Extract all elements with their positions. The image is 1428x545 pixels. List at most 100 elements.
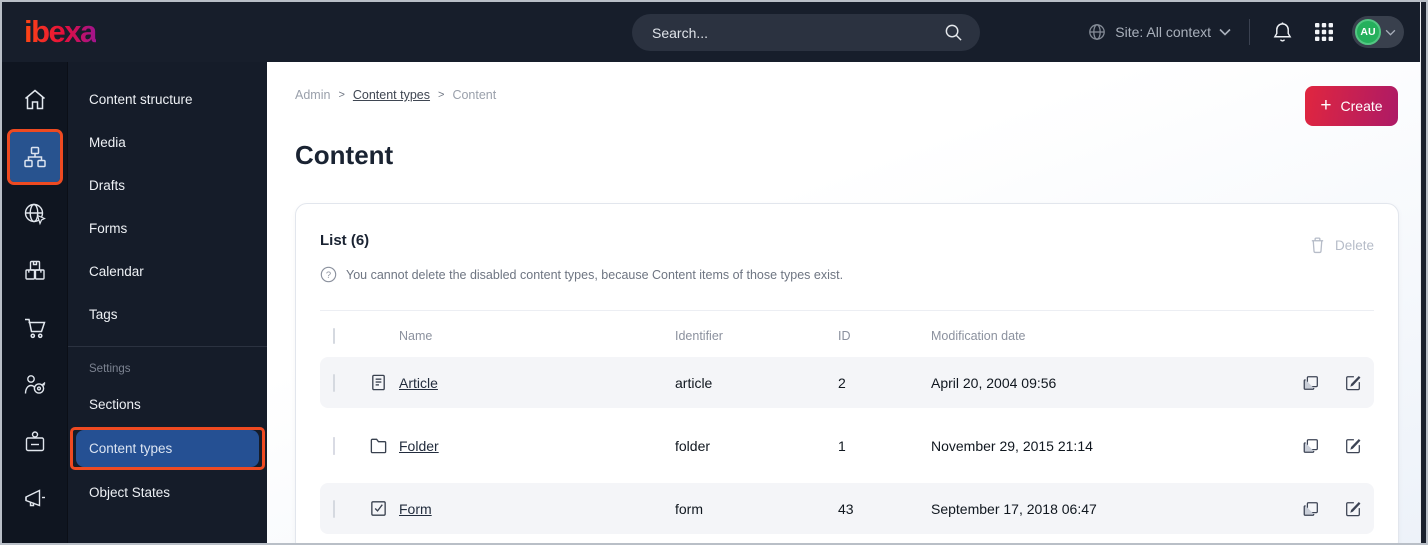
- megaphone-icon: [22, 486, 48, 512]
- global-search[interactable]: [632, 14, 980, 51]
- info-row: ? You cannot delete the disabled content…: [320, 266, 1374, 283]
- sitemap-icon: [22, 144, 48, 170]
- row-checkbox[interactable]: [333, 373, 335, 392]
- scrollbar-track[interactable]: [1420, 2, 1426, 543]
- topbar-divider: [1249, 19, 1250, 45]
- badge-icon: [22, 429, 48, 455]
- breadcrumb-current: Content: [452, 88, 497, 102]
- list-count-heading: List (6): [320, 232, 370, 249]
- rail-item-content[interactable]: [6, 129, 63, 185]
- sidebar-menu: Content structure Media Drafts Forms Cal…: [67, 62, 267, 543]
- row-checkbox[interactable]: [333, 499, 335, 518]
- cell-modification-date: November 29, 2015 21:14: [931, 437, 1093, 454]
- cell-modification-date: April 20, 2004 09:56: [931, 374, 1057, 391]
- rail-item-personalization[interactable]: [10, 417, 60, 467]
- page-title: Content: [295, 140, 394, 170]
- copy-icon[interactable]: [1290, 437, 1332, 455]
- sidebar-item-sections[interactable]: Sections: [68, 383, 267, 426]
- content-types-card: List (6) Delete ? You cannot delete the …: [295, 203, 1399, 543]
- content-type-link[interactable]: Folder: [399, 438, 439, 454]
- sidebar-divider: [68, 346, 267, 347]
- select-all-checkbox[interactable]: [333, 328, 335, 344]
- content-type-link[interactable]: Article: [399, 375, 438, 391]
- rail-item-site[interactable]: [10, 189, 60, 239]
- table-row: Article article 2 April 20, 2004 09:56: [320, 357, 1374, 408]
- cart-icon: [22, 315, 48, 341]
- create-button-label: Create: [1340, 98, 1383, 114]
- sidebar-item-media[interactable]: Media: [68, 121, 267, 164]
- sidebar-item-content-types-label: Content types: [76, 430, 259, 467]
- search-input[interactable]: [652, 24, 942, 41]
- column-header-modification-date: Modification date: [931, 329, 1026, 343]
- ibexa-logo[interactable]: ibexa: [24, 14, 97, 50]
- copy-icon[interactable]: [1290, 374, 1332, 392]
- edit-icon[interactable]: [1332, 500, 1374, 518]
- rail-item-commerce[interactable]: [10, 303, 60, 353]
- delete-button-label: Delete: [1334, 237, 1374, 253]
- notifications-bell-icon[interactable]: [1268, 18, 1296, 46]
- sidebar-item-drafts[interactable]: Drafts: [68, 164, 267, 207]
- rail-item-promotions[interactable]: [10, 474, 60, 524]
- magnifier-icon[interactable]: [942, 22, 964, 44]
- info-text: You cannot delete the disabled content t…: [346, 267, 844, 282]
- plus-icon: +: [1320, 94, 1332, 116]
- site-context-selector[interactable]: Site: All context: [1087, 22, 1231, 42]
- folder-icon: [369, 436, 399, 455]
- chevron-down-icon: [1385, 29, 1396, 36]
- article-icon: [369, 373, 399, 392]
- sidebar-item-calendar[interactable]: Calendar: [68, 250, 267, 293]
- rail-item-dashboard[interactable]: [10, 75, 60, 125]
- breadcrumb-separator: >: [338, 89, 345, 101]
- rail-item-customers[interactable]: [10, 360, 60, 410]
- column-header-id: ID: [838, 329, 851, 343]
- user-menu[interactable]: AU: [1352, 16, 1404, 48]
- apps-grid-icon[interactable]: [1310, 18, 1338, 46]
- sidebar-item-content-types[interactable]: Content types: [70, 427, 265, 470]
- app-window: ibexa Site: All context: [0, 0, 1428, 545]
- topbar-right-cluster: Site: All context AU: [1087, 2, 1404, 62]
- globe-icon: [1087, 22, 1107, 42]
- sidebar-item-tags[interactable]: Tags: [68, 293, 267, 336]
- form-icon: [369, 499, 399, 518]
- sidebar-settings-label: Settings: [89, 363, 131, 375]
- sidebar-item-content-structure[interactable]: Content structure: [68, 78, 267, 121]
- globe-cursor-icon: [22, 201, 48, 227]
- sidebar-item-object-states[interactable]: Object States: [68, 471, 267, 514]
- copy-icon[interactable]: [1290, 500, 1332, 518]
- cell-identifier: article: [675, 374, 713, 391]
- question-circle-icon: ?: [320, 266, 337, 283]
- column-header-identifier: Identifier: [675, 329, 723, 343]
- table-row: Form form 43 September 17, 2018 06:47: [320, 483, 1374, 534]
- edit-icon[interactable]: [1332, 374, 1374, 392]
- home-icon: [22, 87, 48, 113]
- main-content: Admin > Content types > Content + Create…: [267, 62, 1420, 543]
- icon-rail: [2, 62, 67, 543]
- content-type-link[interactable]: Form: [399, 501, 432, 517]
- svg-text:?: ?: [326, 270, 331, 281]
- column-header-name: Name: [399, 329, 433, 343]
- create-button[interactable]: + Create: [1305, 86, 1398, 126]
- breadcrumb: Admin > Content types > Content: [295, 88, 496, 102]
- rail-item-products[interactable]: [10, 246, 60, 296]
- chevron-down-icon: [1219, 28, 1231, 36]
- topbar: ibexa Site: All context: [2, 2, 1420, 62]
- sidebar-item-forms[interactable]: Forms: [68, 207, 267, 250]
- delete-button[interactable]: Delete: [1309, 228, 1374, 254]
- table-row: Folder folder 1 November 29, 2015 21:14: [320, 420, 1374, 471]
- site-selector-label: Site: All context: [1115, 24, 1211, 40]
- breadcrumb-separator: >: [438, 89, 445, 101]
- cell-identifier: form: [675, 500, 703, 517]
- trash-icon: [1309, 236, 1326, 254]
- cell-id: 2: [838, 374, 846, 391]
- customer-target-icon: [22, 372, 48, 398]
- avatar: AU: [1355, 19, 1381, 45]
- edit-icon[interactable]: [1332, 437, 1374, 455]
- row-checkbox-disabled: [333, 436, 335, 455]
- table-header-row: Name Identifier ID Modification date: [320, 315, 1374, 357]
- cell-id: 1: [838, 437, 846, 454]
- breadcrumb-content-types-link[interactable]: Content types: [353, 88, 430, 102]
- cell-modification-date: September 17, 2018 06:47: [931, 500, 1097, 517]
- packages-icon: [22, 258, 48, 284]
- cell-identifier: folder: [675, 437, 711, 454]
- content-types-table: Name Identifier ID Modification date Art…: [320, 310, 1374, 534]
